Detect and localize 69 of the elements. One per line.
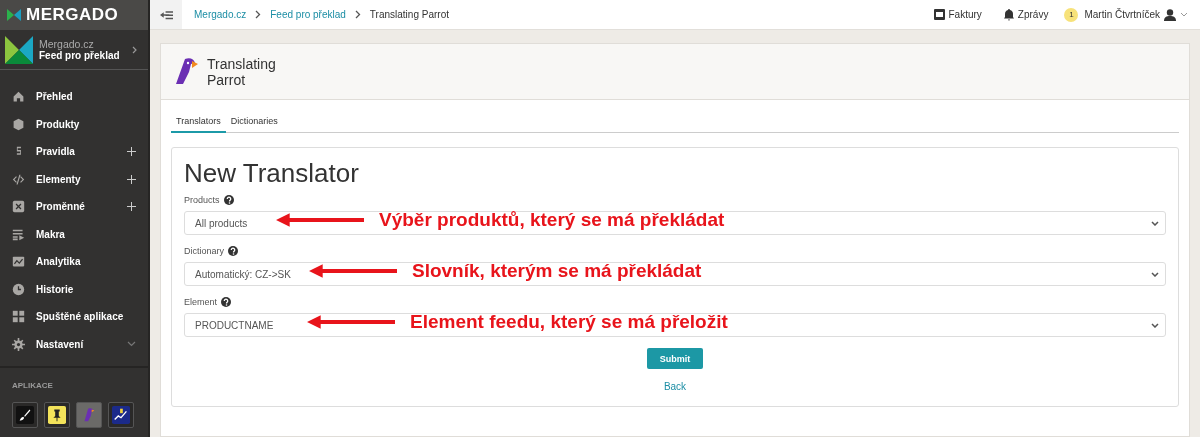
clock-icon [12, 282, 25, 296]
sidebar-item[interactable]: Nastavení [0, 330, 148, 358]
chart-icon [12, 255, 25, 269]
sidebar-item[interactable]: Pravidla [0, 138, 148, 166]
feed-name: Feed pro překlad [39, 49, 121, 62]
help-icon [223, 195, 234, 205]
annotation-text: Výběr produktů, který se má překládat [379, 209, 725, 231]
invoice-icon [933, 9, 945, 20]
chevron-right-icon [132, 45, 138, 54]
help-icon [221, 297, 232, 307]
breadcrumb-link[interactable]: Feed pro překlad [270, 9, 346, 20]
notification-badge: 1 [1064, 7, 1079, 22]
app-button[interactable] [12, 402, 38, 428]
help-icon [228, 246, 238, 256]
sidebar-item[interactable]: Produkty [0, 110, 148, 138]
app-button[interactable] [44, 402, 70, 428]
chevron-right-icon [354, 10, 361, 19]
bell-icon [1003, 8, 1014, 21]
form-title: New Translator [184, 158, 360, 189]
box-icon [12, 117, 25, 131]
app-button[interactable] [108, 402, 134, 428]
user-icon [1164, 8, 1176, 21]
sidebar-item[interactable]: Přehled [0, 83, 148, 111]
app-title: Translating Parrot [207, 55, 277, 88]
project-switcher[interactable]: Mergado.cz Feed pro překlad [0, 30, 148, 70]
grid-icon [12, 310, 25, 324]
plus-icon[interactable] [127, 147, 136, 157]
variable-icon [12, 200, 25, 214]
chevron-down-icon[interactable] [127, 341, 136, 348]
sidebar-item[interactable]: Analytika [0, 248, 148, 276]
logo-icon [7, 9, 21, 21]
breadcrumb-link[interactable]: Mergado.cz [194, 9, 247, 20]
back-link[interactable]: Back [663, 381, 687, 392]
project-logo-icon [5, 35, 33, 64]
project-name: Mergado.cz [39, 37, 95, 50]
sidebar-item[interactable]: Proměnné [0, 193, 148, 221]
chevron-down-icon [1151, 220, 1159, 226]
messages-link[interactable]: Zprávy [1003, 8, 1049, 21]
tab[interactable]: Translators [171, 110, 226, 133]
chevron-down-icon [1151, 271, 1159, 277]
sidebar-item[interactable]: Makra [0, 220, 148, 248]
brand-name: MERGADO [26, 5, 119, 25]
chart-icon [112, 406, 130, 424]
annotation-text: Slovník, kterým se má překládat [412, 260, 702, 282]
list-icon [12, 227, 25, 241]
collapse-menu-icon [159, 9, 173, 20]
breadcrumb-current: Translating Parrot [369, 9, 449, 20]
annotation-text: Element feedu, který se má přeložit [410, 311, 728, 333]
plus-icon[interactable] [127, 202, 136, 212]
code-icon [12, 172, 25, 186]
chevron-right-icon [255, 10, 262, 19]
pin-icon [48, 406, 66, 424]
sidebar-item[interactable]: Historie [0, 275, 148, 303]
settings-icon [12, 337, 25, 351]
section-heading: APLIKACE [12, 381, 54, 390]
brush-icon [16, 406, 34, 424]
home-icon [12, 90, 25, 104]
sidebar-item[interactable]: Spuštěné aplikace [0, 303, 148, 331]
chevron-down-icon [1180, 12, 1188, 17]
sidebar-item[interactable]: Elementy [0, 165, 148, 193]
plus-icon[interactable] [127, 174, 136, 184]
field-label: Products [184, 195, 220, 205]
user-menu[interactable]: Martin Čtvrtníček [1084, 8, 1188, 21]
parrot-logo-icon [173, 56, 199, 87]
chevron-down-icon [1151, 322, 1159, 328]
field-label: Dictionary [184, 246, 224, 256]
field-label: Element [184, 297, 218, 307]
invoices-link[interactable]: Faktury [933, 9, 982, 20]
tab[interactable]: Dictionaries [225, 110, 283, 132]
